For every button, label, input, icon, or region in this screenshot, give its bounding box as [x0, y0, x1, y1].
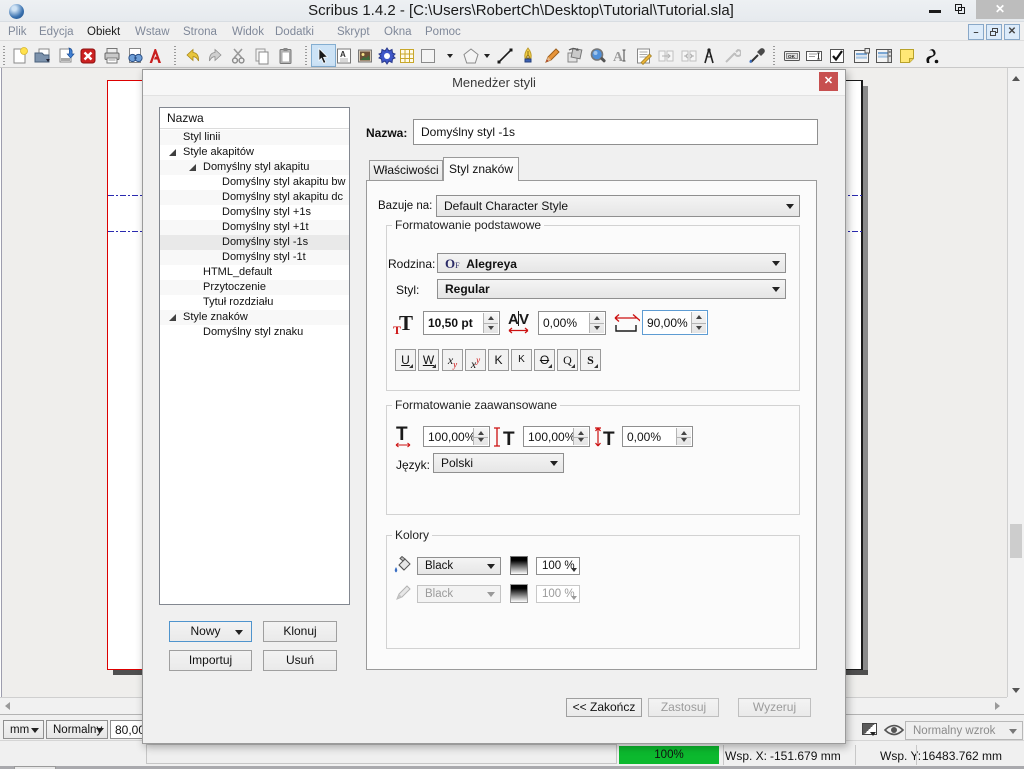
- svg-text:A: A: [340, 50, 346, 59]
- svg-text:OK: OK: [788, 54, 796, 59]
- svg-text:A: A: [613, 50, 624, 65]
